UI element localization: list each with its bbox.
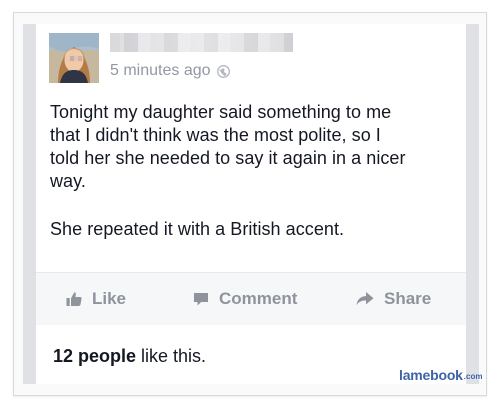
likes-count[interactable]: 12 people — [53, 346, 136, 366]
likes-suffix: like this. — [136, 346, 207, 366]
post-line: She repeated it with a British accent. — [50, 219, 345, 239]
like-button[interactable]: Like — [65, 288, 126, 310]
watermark-suffix: .com — [463, 372, 483, 381]
post-line: that I didn't think was the most polite,… — [50, 125, 381, 145]
post-line: told her she needed to say it again in a… — [50, 148, 406, 168]
comment-label: Comment — [219, 289, 298, 308]
right-side-bar — [466, 24, 479, 384]
like-label: Like — [92, 289, 127, 308]
share-arrow-icon — [355, 290, 375, 308]
blurred-user-name — [110, 33, 293, 52]
share-label: Share — [384, 289, 432, 308]
comment-button[interactable]: Comment — [192, 288, 297, 310]
avatar-image — [49, 33, 99, 83]
share-button[interactable]: Share — [355, 288, 431, 310]
thumbs-up-icon — [65, 290, 83, 308]
globe-icon — [216, 64, 231, 79]
post-line: Tonight my daughter said something to me — [50, 102, 392, 122]
post-actions: Like Comment Share — [36, 273, 466, 325]
post-body: Tonight my daughter said something to me… — [50, 101, 455, 241]
comment-icon — [192, 290, 210, 308]
lamebook-watermark: lamebook.com — [399, 367, 482, 385]
avatar[interactable] — [49, 33, 99, 83]
left-side-bar — [23, 24, 36, 384]
post-line: way. — [50, 171, 86, 191]
likes-summary[interactable]: 12 people like this. — [53, 345, 206, 367]
post-meta: 5 minutes ago — [110, 60, 231, 82]
watermark-main: lamebook — [399, 367, 463, 383]
post-timestamp[interactable]: 5 minutes ago — [110, 60, 211, 82]
